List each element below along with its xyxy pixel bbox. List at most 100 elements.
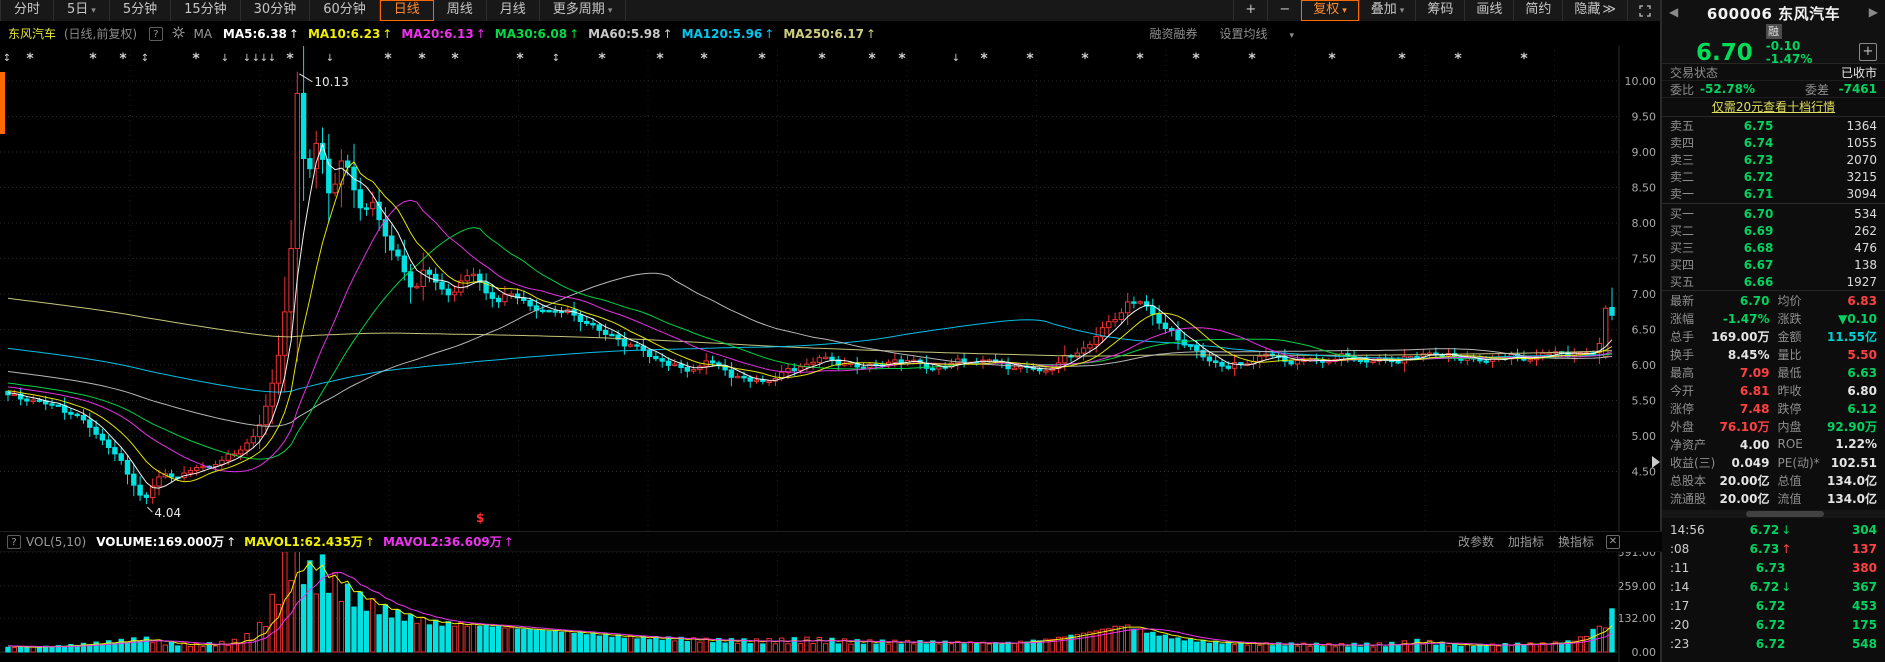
up-arrow-icon: ↑ <box>504 535 514 549</box>
order-book-row[interactable]: 卖四6.741055 <box>1662 134 1885 151</box>
ma-value: MA250:6.17↑ <box>783 27 876 41</box>
tool-fullscreen[interactable] <box>1627 0 1662 21</box>
change-percent: -1.47% <box>1766 52 1813 66</box>
ask-levels: 卖五6.751364卖四6.741055卖三6.732070卖二6.723215… <box>1662 117 1885 202</box>
weibi-row: 委比 -52.78% 委差 -7461 <box>1662 81 1885 98</box>
margin-badge: 融 <box>1766 24 1782 39</box>
indicator-action-link[interactable]: 改参数 <box>1458 533 1494 550</box>
order-book-row[interactable]: 卖五6.751364 <box>1662 117 1885 134</box>
order-book-row[interactable]: 卖三6.732070 <box>1662 151 1885 168</box>
svg-text:5.50: 5.50 <box>1632 395 1657 408</box>
left-edge-flag <box>0 72 5 134</box>
tool-zoom-out[interactable]: − <box>1267 0 1301 21</box>
panel-scrollbar[interactable] <box>1662 510 1885 518</box>
stat-row: 换手8.45%量比5.50 <box>1662 345 1885 363</box>
svg-text:*: * <box>598 51 606 67</box>
tool-adjust[interactable]: 复权▾ <box>1301 0 1359 21</box>
up-arrow-icon: ↑ <box>476 27 486 41</box>
gear-icon[interactable] <box>172 23 185 47</box>
tick-row: :116.73380 <box>1662 558 1885 577</box>
indicator-action-link[interactable]: 换指标 <box>1558 533 1594 550</box>
level2-promo-link[interactable]: 仅需20元查看十档行情 <box>1662 98 1885 117</box>
order-book-row[interactable]: 卖一6.713094 <box>1662 185 1885 202</box>
tab-more-periods[interactable]: 更多周期▾ <box>540 0 627 21</box>
svg-text:9.00: 9.00 <box>1632 146 1657 159</box>
chevron-down-icon: ▾ <box>1400 6 1405 16</box>
order-book-row[interactable]: 买四6.67138 <box>1662 256 1885 273</box>
chevron-down-icon: ▾ <box>608 6 613 16</box>
svg-text:↕: ↕ <box>552 53 560 64</box>
tool-draw-line[interactable]: 画线 <box>1464 0 1513 21</box>
tab-5-day[interactable]: 5日▾ <box>54 0 110 21</box>
tab-30-min[interactable]: 30分钟 <box>241 0 311 21</box>
svg-text:*: * <box>1398 51 1406 67</box>
tool-chips[interactable]: 筹码 <box>1415 0 1464 21</box>
stat-row: 外盘76.10万内盘92.90万 <box>1662 417 1885 435</box>
tool-simple-mode[interactable]: 简约 <box>1513 0 1562 21</box>
tab-15-min[interactable]: 15分钟 <box>171 0 241 21</box>
ma-line <box>8 298 1612 356</box>
close-icon[interactable]: ✕ <box>1606 535 1620 549</box>
vol-legend-values: VOLUME:169.000万↑MAVOL1:62.435万↑MAVOL2:36… <box>96 533 522 550</box>
tab-monthly[interactable]: 月线 <box>487 0 540 21</box>
stat-row: 今开6.81昨收6.80 <box>1662 381 1885 399</box>
tool-zoom-in[interactable]: + <box>1233 0 1267 21</box>
tick-row: :146.72↓367 <box>1662 577 1885 596</box>
ma-value: MA10:6.23↑ <box>308 27 392 41</box>
kline-chart[interactable]: 10.009.509.008.508.007.507.006.506.005.5… <box>0 46 1662 662</box>
help-icon[interactable]: ? <box>149 27 163 41</box>
stat-row: 总手169.00万金额11.55亿 <box>1662 327 1885 345</box>
weicha-label: 委差 <box>1805 81 1829 98</box>
tab-time-sharing[interactable]: 分时 <box>0 0 54 21</box>
panel-collapse-arrow[interactable] <box>1652 456 1660 468</box>
up-arrow-icon: ↑ <box>382 27 392 41</box>
tab-5-min[interactable]: 5分钟 <box>110 0 171 21</box>
tick-row: :206.72175 <box>1662 615 1885 634</box>
bid-levels: 买一6.70534买二6.69262买三6.68476买四6.67138买五6.… <box>1662 205 1885 290</box>
svg-text:*: * <box>1081 51 1089 67</box>
tab-60-min[interactable]: 60分钟 <box>310 0 380 21</box>
svg-text:↓: ↓ <box>952 53 960 64</box>
svg-text:259.00: 259.00 <box>1618 580 1657 593</box>
order-book-row[interactable]: 买二6.69262 <box>1662 222 1885 239</box>
legend-mode: (日线,前复权) <box>64 27 137 41</box>
event-markers: ↕***↕*↓↓↓↓↓*↓****↕*******↓********** <box>3 51 1529 67</box>
svg-text:*: * <box>656 51 664 67</box>
help-icon[interactable]: ? <box>7 535 21 549</box>
price-change: -0.10 -1.47% <box>1766 40 1813 66</box>
tool-overlay[interactable]: 叠加▾ <box>1359 0 1416 21</box>
prev-stock-arrow[interactable]: ◀ <box>1669 5 1678 19</box>
add-to-watchlist-button[interactable]: + <box>1859 43 1877 61</box>
legend-link[interactable]: 融资融券 <box>1149 27 1197 41</box>
up-arrow-icon: ↑ <box>663 27 673 41</box>
next-stock-arrow[interactable]: ▶ <box>1869 5 1878 19</box>
tick-row: 14:566.72↓304 <box>1662 520 1885 539</box>
stock-code: 600006 <box>1707 5 1773 23</box>
tick-row: :086.73↑137 <box>1662 539 1885 558</box>
stat-row: 涨停7.48跌停6.12 <box>1662 399 1885 417</box>
svg-text:*: * <box>1192 51 1200 67</box>
order-book-row[interactable]: 买五6.661927 <box>1662 273 1885 290</box>
svg-text:*: * <box>700 51 708 67</box>
book-separator <box>1662 203 1885 204</box>
ma-value: MA5:6.38↑ <box>223 27 299 41</box>
up-arrow-icon: ↑ <box>289 27 299 41</box>
indicator-action-link[interactable]: 加指标 <box>1508 533 1544 550</box>
legend-link[interactable]: 设置均线▾ <box>1219 27 1294 41</box>
scrollbar-thumb[interactable] <box>1746 511 1824 517</box>
tab-daily[interactable]: 日线 <box>380 0 434 21</box>
order-book-row[interactable]: 买一6.70534 <box>1662 205 1885 222</box>
svg-text:*: * <box>451 51 459 67</box>
weibi-label: 委比 <box>1670 81 1694 98</box>
svg-text:*: * <box>1454 51 1462 67</box>
tab-weekly[interactable]: 周线 <box>434 0 487 21</box>
chart-tools: +−复权▾叠加▾筹码画线简约隐藏≫ <box>1233 0 1662 21</box>
svg-text:10.00: 10.00 <box>1625 75 1657 88</box>
tool-hide[interactable]: 隐藏≫ <box>1562 0 1627 21</box>
tick-list[interactable]: 14:566.72↓304:086.73↑137:116.73380:146.7… <box>1662 520 1885 653</box>
svg-text:↓: ↓ <box>221 53 229 64</box>
order-book-row[interactable]: 买三6.68476 <box>1662 239 1885 256</box>
order-book-row[interactable]: 卖二6.723215 <box>1662 168 1885 185</box>
svg-text:132.00: 132.00 <box>1618 612 1657 625</box>
mavol-line <box>8 573 1612 647</box>
